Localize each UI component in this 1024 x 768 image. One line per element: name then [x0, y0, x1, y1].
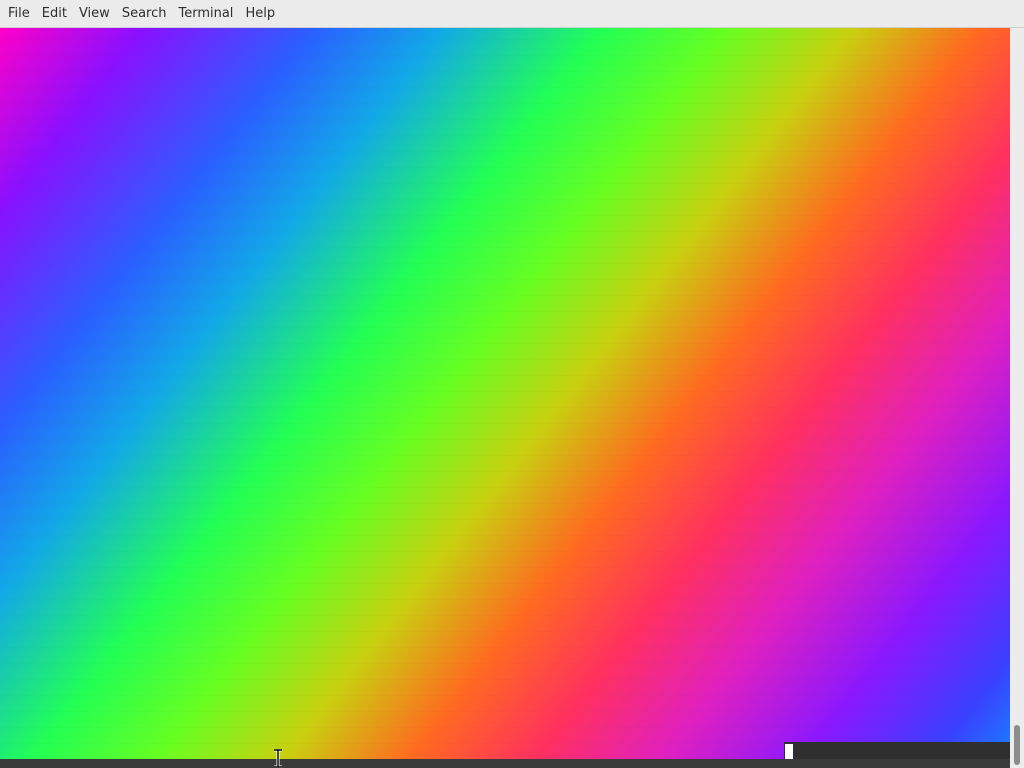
menu-file[interactable]: File — [2, 0, 36, 28]
terminal-cursor — [785, 744, 793, 759]
text-ibeam-icon — [274, 749, 282, 768]
menu-help[interactable]: Help — [239, 0, 281, 28]
menu-search[interactable]: Search — [116, 0, 173, 28]
vertical-scrollbar[interactable] — [1010, 28, 1024, 768]
menu-bar: File Edit View Search Terminal Help — [0, 0, 1024, 28]
terminal-bottom-edge — [0, 759, 1010, 768]
color-gradient-output — [0, 28, 1010, 759]
menu-view[interactable]: View — [73, 0, 116, 28]
menu-edit[interactable]: Edit — [36, 0, 73, 28]
menu-terminal[interactable]: Terminal — [172, 0, 239, 28]
prompt-line — [784, 742, 1010, 759]
terminal-area[interactable] — [0, 28, 1010, 768]
scrollbar-thumb[interactable] — [1014, 725, 1020, 765]
